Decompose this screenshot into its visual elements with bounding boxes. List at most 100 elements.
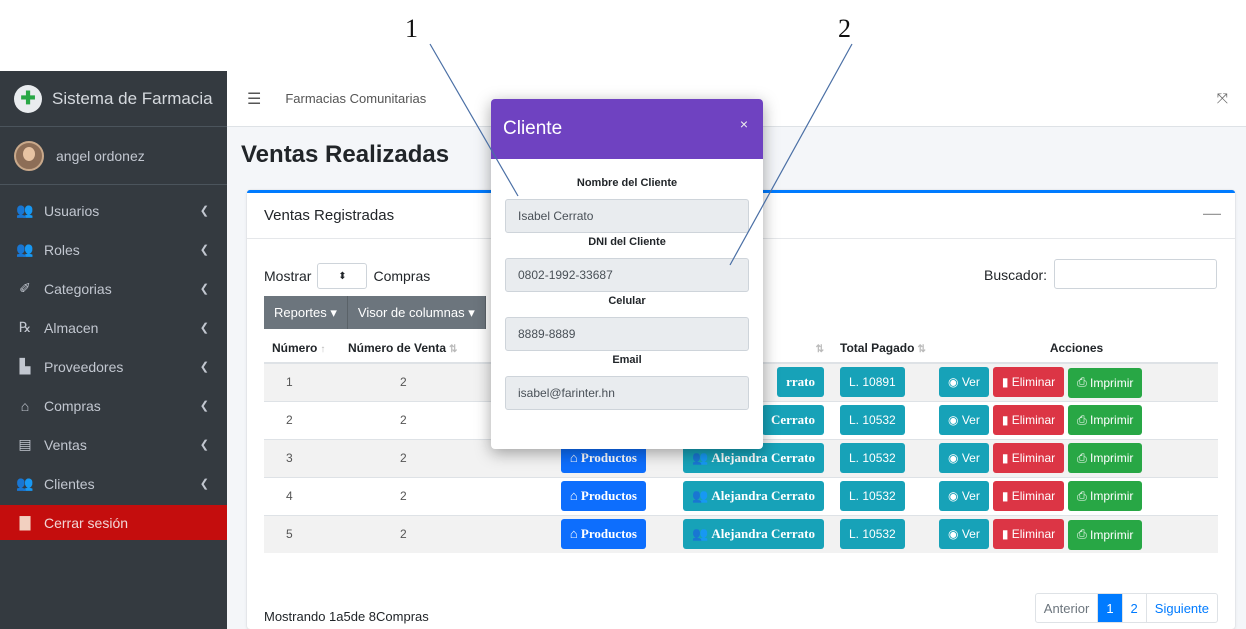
pagination-next[interactable]: Siguiente	[1145, 594, 1217, 622]
column-header-acciones[interactable]: Acciones	[927, 333, 1218, 364]
fullscreen-expand-icon[interactable]: ⤧	[1217, 90, 1228, 107]
basket-icon: ⌂	[569, 488, 581, 503]
sidebar-item-label: Cerrar sesión	[44, 514, 129, 531]
pagination-prev[interactable]: Anterior	[1036, 594, 1098, 622]
cell-total: L. 10532	[832, 476, 927, 515]
sidebar-item-label: Almacen	[44, 319, 99, 336]
cell-numero: 1	[264, 362, 340, 401]
view-button[interactable]: ◉ Ver	[939, 404, 989, 435]
client-email-field[interactable]: isabel@farinter.hn	[505, 376, 749, 410]
delete-button[interactable]: ▮ Eliminar	[992, 404, 1065, 435]
sort-icon: ⇅	[917, 343, 926, 355]
sort-asc-icon: ↑	[320, 343, 326, 355]
table-info: Mostrando 1a5de 8Compras	[264, 609, 429, 624]
cell-numero-venta: 2	[340, 438, 501, 477]
cliente-button[interactable]: rrato	[777, 367, 824, 398]
print-button[interactable]: ⎙ Imprimir	[1068, 405, 1143, 436]
cash-register-icon: ▤	[18, 436, 32, 452]
cell-cliente: 👥 Alejandra Cerrato	[654, 514, 832, 553]
cell-acciones: ◉ Ver ▮ Eliminar ⎙ Imprimir	[927, 400, 1218, 439]
delete-button[interactable]: ▮ Eliminar	[992, 367, 1065, 397]
collapse-minus-icon[interactable]: —	[1203, 203, 1221, 224]
users-icon: 👥	[16, 202, 34, 218]
sidebar-item-compras[interactable]: ⌂ Compras ❮	[0, 386, 227, 425]
sort-icon: ⇅	[449, 343, 458, 355]
chevron-left-icon: ❮	[199, 244, 209, 256]
view-button[interactable]: ◉ Ver	[939, 480, 989, 511]
cliente-button[interactable]: 👥 Alejandra Cerrato	[682, 519, 824, 550]
sort-icon: ⇅	[815, 343, 824, 355]
hamburger-menu-icon[interactable]: ☰	[247, 89, 261, 109]
page-length-select[interactable]: ⬍	[317, 263, 368, 289]
search-label: Buscador:	[984, 267, 1048, 283]
column-visibility-button[interactable]: Visor de columnas ▾	[347, 296, 486, 329]
sidebar-item-almacen[interactable]: ℞ Almacen ❮	[0, 308, 227, 347]
users-icon: 👥	[16, 475, 34, 491]
cell-numero: 3	[264, 438, 340, 477]
brand[interactable]: ✚ Sistema de Farmacia	[0, 71, 227, 127]
sidebar-item-categorias[interactable]: ✐ Categorias ❮	[0, 269, 227, 308]
tag-icon: ✐	[19, 280, 31, 296]
sidebar-item-logout[interactable]: ▇ Cerrar sesión	[0, 505, 227, 540]
modal-body: Nombre del Cliente Isabel Cerrato DNI de…	[491, 159, 763, 410]
sidebar-item-clientes[interactable]: 👥 Clientes ❮	[0, 464, 227, 503]
delete-button[interactable]: ▮ Eliminar	[992, 442, 1065, 473]
search-input[interactable]	[1054, 259, 1217, 289]
delete-button[interactable]: ▮ Eliminar	[992, 519, 1065, 549]
cell-numero: 2	[264, 400, 340, 439]
client-dni-field[interactable]: 0802-1992-33687	[505, 258, 749, 292]
print-button[interactable]: ⎙ Imprimir	[1068, 443, 1143, 474]
client-modal: Cliente × Nombre del Cliente Isabel Cerr…	[491, 99, 763, 449]
pagination-page-1[interactable]: 1	[1097, 594, 1122, 622]
print-button[interactable]: ⎙ Imprimir	[1068, 481, 1143, 512]
sidebar-item-proveedores[interactable]: ▙ Proveedores ❮	[0, 347, 227, 386]
chevron-left-icon: ❮	[199, 439, 209, 451]
pagination-page-2[interactable]: 2	[1121, 594, 1146, 622]
cell-total: L. 10532	[832, 514, 927, 553]
export-button-group: Reportes ▾ Visor de columnas ▾	[264, 296, 486, 329]
delete-button[interactable]: ▮ Eliminar	[992, 480, 1065, 511]
label-client-email: Email	[612, 354, 642, 366]
productos-button[interactable]: ⌂ Productos	[560, 481, 646, 511]
print-icon: ⎙	[1077, 450, 1091, 465]
cell-acciones: ◉ Ver ▮ Eliminar ⎙ Imprimir	[927, 476, 1218, 515]
chevron-left-icon: ❮	[199, 478, 209, 490]
users-icon: 👥	[691, 526, 712, 542]
sidebar-nav: 👥 Usuarios ❮ 👥 Roles ❮ ✐ Categorias ❮ ℞ Almacen ❮ ▙ P…	[0, 185, 227, 540]
cell-acciones: ◉ Ver ▮ Eliminar ⎙ Imprimir	[927, 514, 1218, 553]
eye-icon: ◉	[948, 375, 962, 389]
print-icon: ⎙	[1077, 527, 1091, 541]
sidebar-item-ventas[interactable]: ▤ Ventas ❮	[0, 425, 227, 464]
view-button[interactable]: ◉ Ver	[939, 442, 989, 473]
cell-numero-venta: 2	[340, 514, 501, 553]
view-button[interactable]: ◉ Ver	[939, 519, 989, 549]
nav-link-farmacias[interactable]: Farmacias Comunitarias	[285, 91, 426, 106]
user-panel[interactable]: angel ordonez	[0, 127, 227, 185]
client-name-field[interactable]: Isabel Cerrato	[505, 199, 749, 233]
sidebar-item-label: Usuarios	[44, 202, 100, 219]
label-client-phone: Celular	[608, 295, 646, 307]
cliente-button[interactable]: Cerrato	[761, 405, 824, 435]
sidebar: ✚ Sistema de Farmacia angel ordonez 👥 Usu…	[0, 71, 227, 629]
reports-dropdown-button[interactable]: Reportes ▾	[264, 296, 348, 329]
column-header-numero[interactable]: Número ↑	[264, 333, 340, 364]
chevron-left-icon: ❮	[199, 400, 209, 412]
client-phone-field[interactable]: 8889-8889	[505, 317, 749, 351]
column-header-total-pagado[interactable]: Total Pagado ⇅	[832, 333, 927, 364]
view-button[interactable]: ◉ Ver	[939, 367, 989, 397]
total-badge: L. 10532	[840, 519, 905, 550]
total-badge: L. 10532	[840, 405, 905, 435]
cell-acciones: ◉ Ver ▮ Eliminar ⎙ Imprimir	[927, 362, 1218, 401]
sidebar-item-label: Clientes	[44, 475, 95, 492]
callout-number-1: 1	[405, 14, 418, 43]
print-button[interactable]: ⎙ Imprimir	[1068, 367, 1143, 398]
sidebar-item-usuarios[interactable]: 👥 Usuarios ❮	[0, 191, 227, 230]
print-button[interactable]: ⎙ Imprimir	[1068, 519, 1143, 550]
cliente-button[interactable]: 👥 Alejandra Cerrato	[682, 481, 824, 511]
sidebar-item-label: Compras	[44, 397, 101, 414]
close-icon[interactable]: ×	[740, 116, 748, 132]
sidebar-item-label: Categorias	[44, 280, 112, 297]
productos-button[interactable]: ⌂ Productos	[560, 519, 646, 550]
sidebar-item-roles[interactable]: 👥 Roles ❮	[0, 230, 227, 269]
column-header-numero-venta[interactable]: Número de Venta ⇅	[340, 333, 501, 364]
